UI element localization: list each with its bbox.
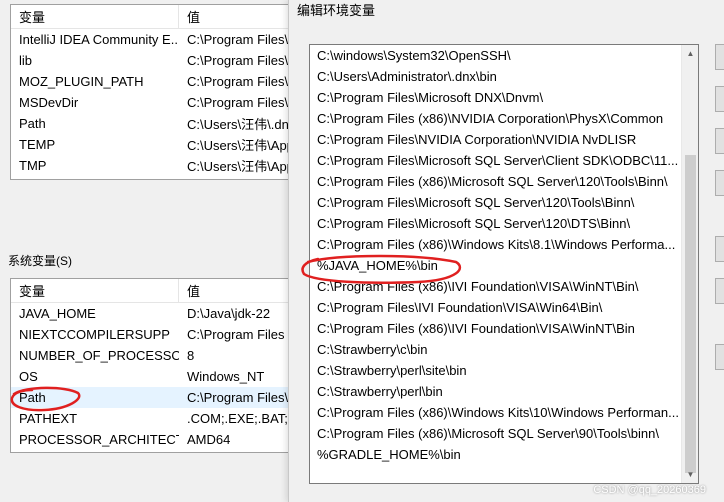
path-entry[interactable]: C:\Program Files (x86)\Windows Kits\10\W… bbox=[310, 402, 682, 423]
user-variables-header: 变量 值 bbox=[11, 5, 309, 29]
path-entry[interactable]: C:\Program Files\NVIDIA Corporation\NVID… bbox=[310, 129, 682, 150]
column-header-name[interactable]: 变量 bbox=[11, 5, 179, 28]
variable-value: C:\Program Files\ bbox=[187, 74, 289, 89]
variable-name: TEMP bbox=[19, 137, 56, 152]
variable-value: 8 bbox=[187, 348, 195, 363]
path-entry[interactable]: C:\Program Files (x86)\Microsoft SQL Ser… bbox=[310, 171, 682, 192]
edit-environment-variable-dialog: 编辑环境变量 C:\windows\System32\OpenSSH\ C:\Us… bbox=[288, 0, 724, 502]
path-entry[interactable]: C:\Program Files (x86)\IVI Foundation\VI… bbox=[310, 276, 682, 297]
column-header-name[interactable]: 变量 bbox=[11, 279, 179, 302]
path-entry[interactable]: %GRADLE_HOME%\bin bbox=[310, 444, 682, 465]
table-row[interactable]: JAVA_HOME D:\Java\jdk-22 bbox=[11, 303, 309, 324]
table-row[interactable]: MOZ_PLUGIN_PATH C:\Program Files\ bbox=[11, 71, 309, 92]
path-entry[interactable]: C:\Program Files\IVI Foundation\VISA\Win… bbox=[310, 297, 682, 318]
scrollbar-thumb[interactable] bbox=[685, 155, 696, 473]
system-variables-list[interactable]: 变量 值 JAVA_HOME D:\Java\jdk-22 NIEXTCCOMPIL… bbox=[10, 278, 310, 453]
variable-value: C:\Program Files\ bbox=[187, 32, 289, 47]
path-entry[interactable]: C:\windows\System32\OpenSSH\ bbox=[310, 45, 682, 66]
variable-name: Path bbox=[19, 116, 46, 131]
variable-value: C:\Users\汪伟\App bbox=[187, 159, 294, 174]
variable-value: Windows_NT bbox=[187, 369, 265, 384]
path-entry[interactable]: C:\Strawberry\perl\site\bin bbox=[310, 360, 682, 381]
watermark: CSDN @qq_20260369 bbox=[593, 484, 706, 496]
user-variables-list[interactable]: 变量 值 IntelliJ IDEA Community E... C:\Prog… bbox=[10, 4, 310, 180]
table-row[interactable]: Path C:\Program Files\ bbox=[11, 387, 309, 408]
table-row[interactable]: MSDevDir C:\Program Files\ bbox=[11, 92, 309, 113]
edit-button[interactable] bbox=[715, 86, 724, 112]
table-row[interactable]: IntelliJ IDEA Community E... C:\Program F… bbox=[11, 29, 309, 50]
path-entry[interactable]: %JAVA_HOME%\bin bbox=[310, 255, 682, 276]
variable-name: Path bbox=[19, 390, 46, 405]
variable-value: D:\Java\jdk-22 bbox=[187, 306, 271, 321]
path-entry[interactable]: C:\Strawberry\c\bin bbox=[310, 339, 682, 360]
variable-name: IntelliJ IDEA Community E... bbox=[19, 32, 179, 47]
table-row[interactable]: NUMBER_OF_PROCESSORS 8 bbox=[11, 345, 309, 366]
browse-button[interactable] bbox=[715, 128, 724, 154]
variable-value: C:\Users\汪伟\App bbox=[187, 138, 294, 153]
edit-text-button[interactable] bbox=[715, 344, 724, 370]
variable-name: lib bbox=[19, 53, 33, 68]
path-entry[interactable]: C:\Program Files (x86)\Microsoft SQL Ser… bbox=[310, 423, 682, 444]
move-up-button[interactable] bbox=[715, 236, 724, 262]
table-row[interactable]: TEMP C:\Users\汪伟\App bbox=[11, 134, 309, 155]
variable-value: C:\Program Files\ bbox=[187, 53, 289, 68]
system-variables-header: 变量 值 bbox=[11, 279, 309, 303]
variable-value: C:\Users\汪伟\.dn bbox=[187, 117, 289, 132]
move-down-button[interactable] bbox=[715, 278, 724, 304]
path-entry[interactable]: C:\Program Files (x86)\NVIDIA Corporatio… bbox=[310, 108, 682, 129]
variable-value: .COM;.EXE;.BAT;.C bbox=[187, 411, 301, 426]
system-variables-label: 系统变量(S) bbox=[8, 254, 72, 268]
table-row[interactable]: lib C:\Program Files\ bbox=[11, 50, 309, 71]
variable-name: TMP bbox=[19, 158, 47, 173]
variable-name: MOZ_PLUGIN_PATH bbox=[19, 74, 144, 89]
new-button[interactable] bbox=[715, 44, 724, 70]
variable-name: NIEXTCCOMPILERSUPP bbox=[19, 327, 170, 342]
path-entry[interactable]: C:\Program Files\Microsoft SQL Server\12… bbox=[310, 192, 682, 213]
column-header-value[interactable]: 值 bbox=[179, 7, 200, 26]
table-row[interactable]: Path C:\Users\汪伟\.dn bbox=[11, 113, 309, 134]
variable-value: AMD64 bbox=[187, 432, 231, 447]
scroll-down-arrow-icon[interactable]: ▼ bbox=[682, 466, 698, 483]
screen: 变量 值 IntelliJ IDEA Community E... C:\Prog… bbox=[0, 0, 724, 502]
vertical-scrollbar[interactable]: ▲ ▼ bbox=[681, 45, 698, 483]
variable-name: NUMBER_OF_PROCESSORS bbox=[19, 348, 179, 363]
variable-value: C:\Program Files\ bbox=[187, 390, 289, 405]
variable-value: C:\Program Files\ bbox=[187, 95, 289, 110]
path-entry[interactable]: C:\Program Files\Microsoft SQL Server\12… bbox=[310, 213, 682, 234]
variable-name: MSDevDir bbox=[19, 95, 79, 110]
table-row[interactable]: PATHEXT .COM;.EXE;.BAT;.C bbox=[11, 408, 309, 429]
table-row[interactable]: PROCESSOR_ARCHITECT... AMD64 bbox=[11, 429, 309, 450]
column-header-value[interactable]: 值 bbox=[179, 281, 200, 300]
dialog-title: 编辑环境变量 bbox=[297, 3, 376, 18]
table-row[interactable]: OS Windows_NT bbox=[11, 366, 309, 387]
scroll-up-arrow-icon[interactable]: ▲ bbox=[682, 45, 698, 62]
variable-name: OS bbox=[19, 369, 38, 384]
path-entry[interactable]: C:\Program Files (x86)\Windows Kits\8.1\… bbox=[310, 234, 682, 255]
delete-button[interactable] bbox=[715, 170, 724, 196]
path-entries-list[interactable]: C:\windows\System32\OpenSSH\ C:\Users\Adm… bbox=[309, 44, 699, 484]
variable-name: JAVA_HOME bbox=[19, 306, 96, 321]
path-entry[interactable]: C:\Users\Administrator\.dnx\bin bbox=[310, 66, 682, 87]
path-entry[interactable]: C:\Program Files (x86)\IVI Foundation\VI… bbox=[310, 318, 682, 339]
path-entry[interactable]: C:\Program Files\Microsoft SQL Server\Cl… bbox=[310, 150, 682, 171]
variable-value: C:\Program Files bbox=[187, 327, 285, 342]
path-entry[interactable]: C:\Program Files\Microsoft DNX\Dnvm\ bbox=[310, 87, 682, 108]
table-row[interactable]: NIEXTCCOMPILERSUPP C:\Program Files bbox=[11, 324, 309, 345]
table-row[interactable]: TMP C:\Users\汪伟\App bbox=[11, 155, 309, 176]
variable-name: PATHEXT bbox=[19, 411, 78, 426]
path-entry[interactable]: C:\Strawberry\perl\bin bbox=[310, 381, 682, 402]
variable-name: PROCESSOR_ARCHITECT... bbox=[19, 432, 179, 447]
